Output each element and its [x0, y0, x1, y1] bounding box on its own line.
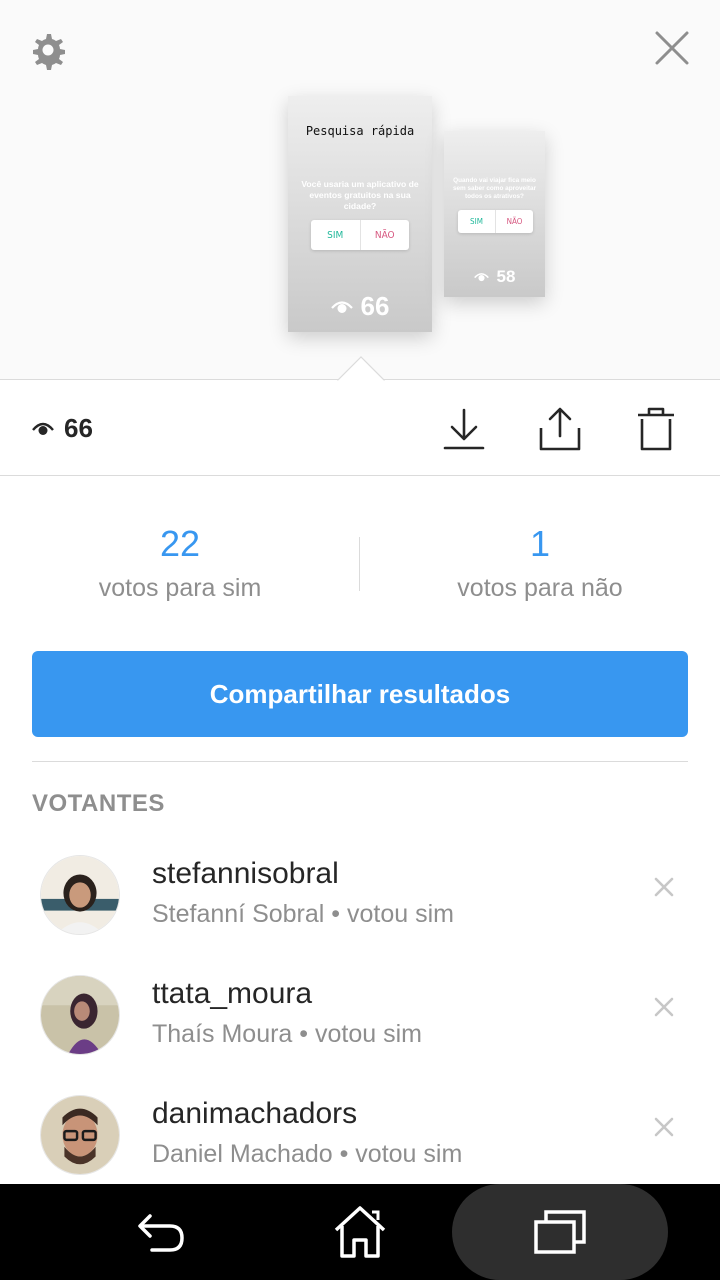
trash-icon[interactable]: [634, 406, 678, 452]
voter-username[interactable]: stefannisobral: [152, 857, 339, 891]
voter-row[interactable]: danimachadors Daniel Machado • votou sim: [0, 1087, 720, 1197]
no-votes[interactable]: 1 votos para não: [360, 520, 720, 603]
story-views-count: 66: [360, 291, 390, 321]
share-icon[interactable]: [538, 406, 582, 452]
avatar[interactable]: [40, 975, 120, 1055]
home-icon[interactable]: [330, 1202, 390, 1262]
voter-username[interactable]: danimachadors: [152, 1097, 357, 1131]
no-votes-count: 1: [529, 523, 551, 564]
eye-icon: [32, 422, 54, 435]
back-icon[interactable]: [130, 1202, 190, 1262]
story-title: Pesquisa rápida: [305, 124, 415, 138]
voter-row[interactable]: stefannisobral Stefanní Sobral • votou s…: [0, 847, 720, 957]
system-navigation-bar: [0, 1184, 720, 1280]
poll-option-yes: SIM: [311, 220, 361, 250]
story-question: Você usaria um aplicativo de eventos gra…: [301, 179, 419, 211]
gear-icon[interactable]: [26, 28, 70, 72]
story-question: Quando vai viajar fica meio sem saber co…: [452, 177, 537, 200]
poll-sticker: SIM NÃO: [311, 220, 409, 250]
poll-option-no: NÃO: [374, 229, 395, 241]
story-thumbnail-selected[interactable]: Pesquisa rápida Você usaria um aplicativ…: [288, 96, 432, 332]
no-votes-label: votos para não: [457, 574, 623, 602]
eye-icon: [330, 300, 353, 313]
close-icon[interactable]: [652, 28, 692, 68]
story-toolbar: 66: [0, 380, 720, 476]
yes-votes[interactable]: 22 votos para sim: [0, 520, 360, 603]
poll-results: 22 votos para sim 1 votos para não: [0, 520, 720, 620]
eye-icon: [473, 273, 489, 282]
share-results-button[interactable]: Compartilhar resultados: [32, 651, 688, 737]
views-count: 66: [64, 413, 93, 443]
download-icon[interactable]: [442, 406, 486, 452]
close-icon[interactable]: [652, 875, 676, 899]
close-icon[interactable]: [652, 995, 676, 1019]
story-thumbnail[interactable]: Quando vai viajar fica meio sem saber co…: [444, 131, 545, 297]
story-preview-area: Pesquisa rápida Você usaria um aplicativ…: [0, 0, 720, 382]
story-views: 58: [444, 267, 545, 287]
voter-subtitle: Stefanní Sobral • votou sim: [152, 900, 454, 928]
voters-section-title: VOTANTES: [32, 790, 165, 817]
yes-votes-count: 22: [159, 523, 201, 564]
recents-icon[interactable]: [530, 1202, 590, 1262]
close-icon[interactable]: [652, 1115, 676, 1139]
voter-username[interactable]: ttata_moura: [152, 977, 312, 1011]
yes-votes-label: votos para sim: [98, 574, 262, 602]
avatar[interactable]: [40, 1095, 120, 1175]
story-views: 66: [288, 291, 432, 322]
poll-sticker: SIM NÃO: [458, 210, 533, 233]
poll-option-yes: SIM: [458, 210, 496, 233]
voter-row[interactable]: ttata_moura Thaís Moura • votou sim: [0, 967, 720, 1077]
avatar[interactable]: [40, 855, 120, 935]
story-views-count: 58: [496, 267, 516, 286]
selection-caret-icon: [337, 356, 385, 382]
voter-subtitle: Daniel Machado • votou sim: [152, 1140, 463, 1168]
voter-subtitle: Thaís Moura • votou sim: [152, 1020, 422, 1048]
views-counter[interactable]: 66: [32, 413, 93, 444]
divider: [32, 761, 688, 762]
poll-option-no: NÃO: [506, 217, 523, 226]
